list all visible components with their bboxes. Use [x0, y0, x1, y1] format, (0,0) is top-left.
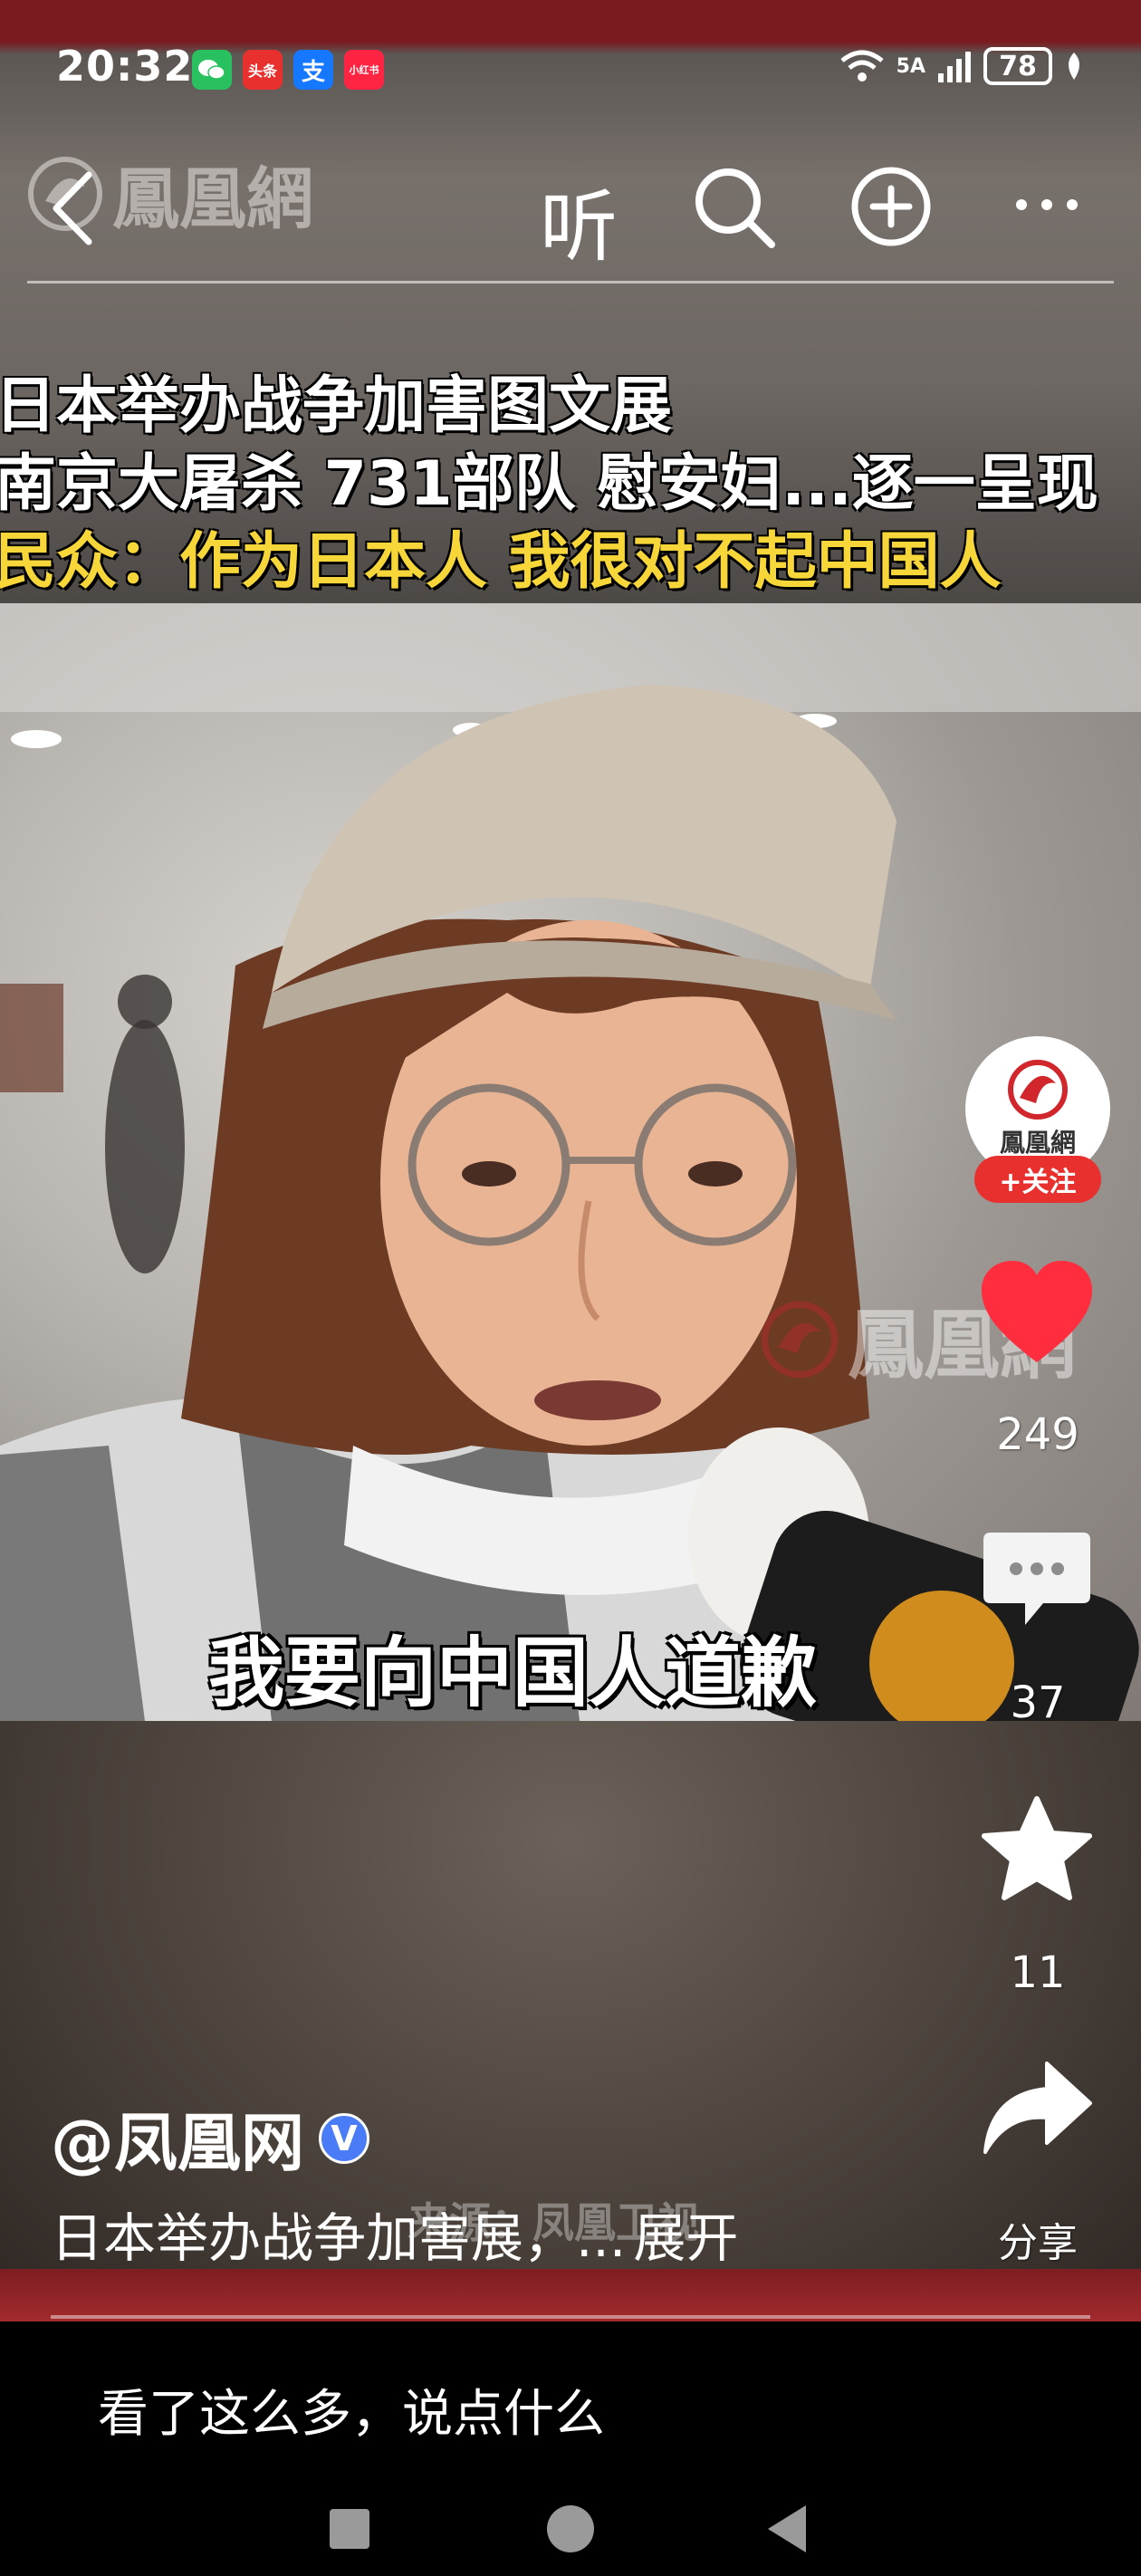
- like-count: 249: [996, 1409, 1079, 1460]
- ifeng-watermark-text: 鳳凰網: [112, 160, 313, 238]
- search-icon[interactable]: [690, 163, 777, 250]
- author-name[interactable]: @凤凰网: [51, 2092, 304, 2184]
- video-frame[interactable]: [0, 603, 1141, 1721]
- nav-divider: [27, 281, 1114, 284]
- video-headline-2: 南京大屠杀 731部队 慰安妇...逐一呈现: [0, 448, 1098, 520]
- alipay-icon: 支: [293, 50, 333, 90]
- wechat-icon: [192, 50, 232, 90]
- back-triangle-icon[interactable]: [768, 2505, 806, 2552]
- video-headline-1: 日本举办战争加害图文展: [0, 370, 673, 442]
- share-arrow-icon[interactable]: [980, 2058, 1094, 2159]
- follow-button[interactable]: +关注: [974, 1156, 1101, 1203]
- post-description-text: 日本举办战争加害展，...: [51, 2207, 627, 2269]
- favorite-star-icon[interactable]: [980, 1793, 1094, 1904]
- more-options-icon[interactable]: [1011, 187, 1083, 223]
- author-handle[interactable]: @凤凰网 V: [51, 2092, 369, 2184]
- video-bottom-strip: [0, 2269, 1141, 2321]
- leaf-icon: [1069, 53, 1079, 80]
- avatar-label: 鳳凰網: [999, 1128, 1076, 1158]
- video-subtitle: 我要向中国人道歉: [208, 1629, 818, 1717]
- video-feed-screen: 20:32 头条 支 小红书 5A 78 鳳凰網 听 日本举办战争加害图文展 南…: [0, 0, 1141, 2576]
- comment-bubble-icon[interactable]: [980, 1529, 1094, 1630]
- favorite-count: 11: [1010, 1947, 1066, 1998]
- listen-button[interactable]: 听: [540, 163, 618, 276]
- signal-icon: [938, 52, 971, 82]
- status-app-icons: 头条 支 小红书: [192, 50, 384, 90]
- verified-badge-icon: V: [319, 2112, 369, 2164]
- network-type: 5A: [896, 54, 925, 78]
- home-icon[interactable]: [547, 2505, 594, 2552]
- interviewee-illustration: [0, 603, 1141, 1721]
- post-description[interactable]: 日本举办战争加害展，... 展开: [51, 2196, 738, 2272]
- status-indicators: 5A 78: [839, 47, 1085, 85]
- add-circle-icon[interactable]: [849, 165, 933, 248]
- battery-indicator: 78: [983, 47, 1052, 85]
- video-headline-3: 民众：作为日本人 我很对不起中国人: [0, 526, 1002, 598]
- share-label[interactable]: 分享: [965, 2210, 1110, 2268]
- ifeng-logo-icon: [1008, 1060, 1068, 1120]
- comment-input[interactable]: 看了这么多，说点什么: [98, 2373, 605, 2446]
- ifeng-logo-icon: [761, 1301, 839, 1378]
- expand-link[interactable]: 展开: [633, 2207, 738, 2269]
- comment-count: 37: [1010, 1677, 1066, 1728]
- toutiao-icon: 头条: [243, 50, 283, 90]
- recent-apps-icon[interactable]: [330, 2509, 369, 2549]
- playback-progress-bar[interactable]: [51, 2315, 1090, 2319]
- xiaohongshu-icon: 小红书: [344, 50, 384, 90]
- status-time: 20:32: [56, 42, 194, 91]
- back-arrow-icon[interactable]: [45, 168, 100, 249]
- wifi-icon: [840, 50, 884, 82]
- like-heart-icon[interactable]: [978, 1259, 1096, 1368]
